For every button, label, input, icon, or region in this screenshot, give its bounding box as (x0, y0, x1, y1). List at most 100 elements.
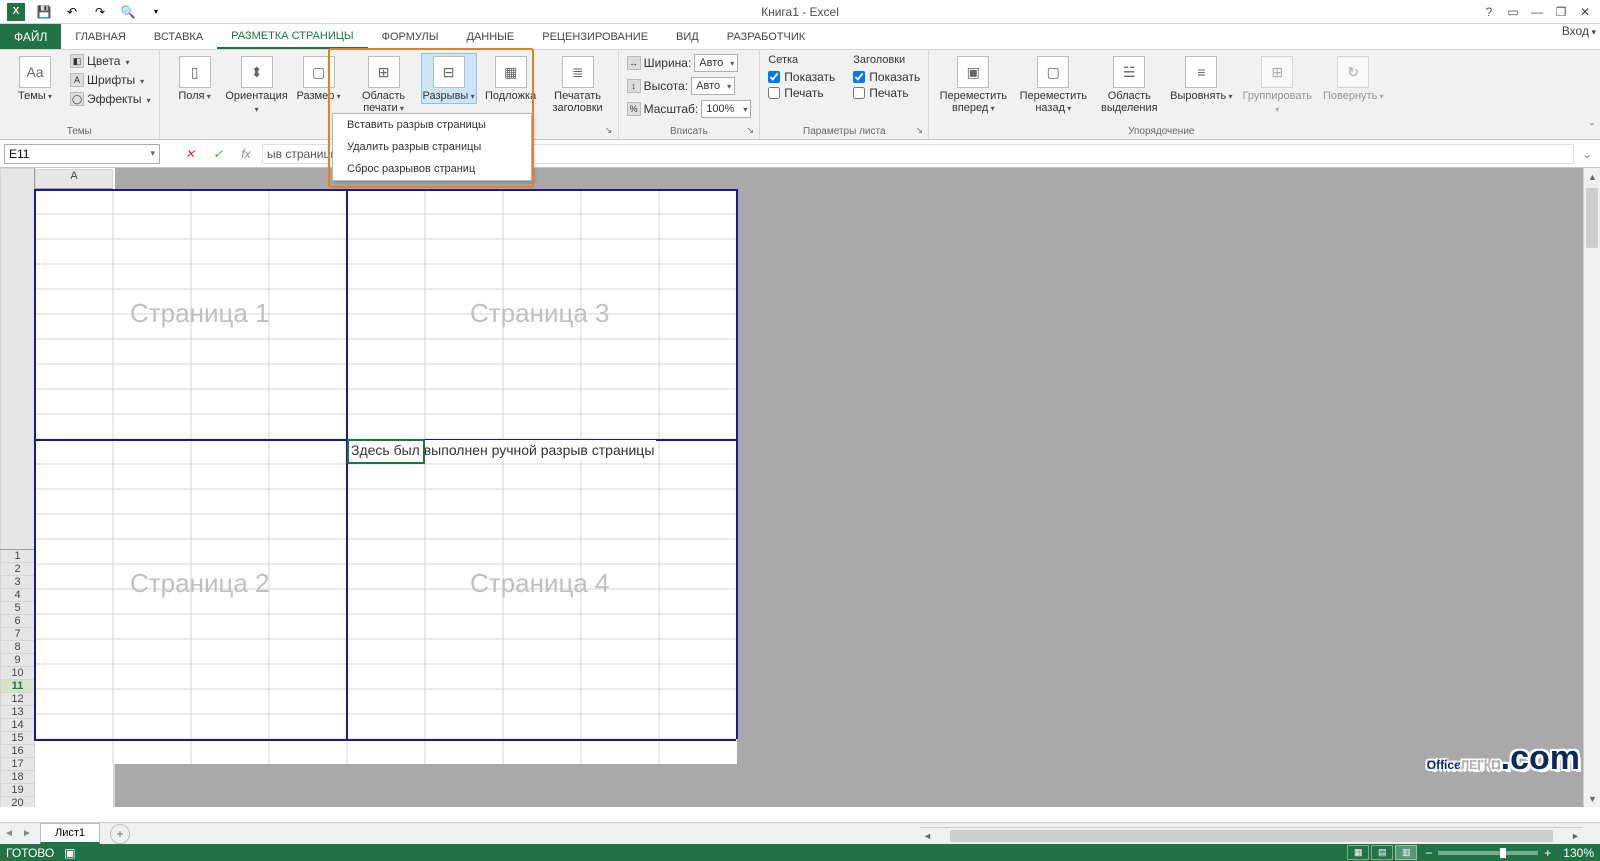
tab-view[interactable]: ВИД (662, 24, 713, 49)
selection-pane-button[interactable]: ☱Область выделения (1097, 54, 1161, 114)
enter-icon[interactable]: ✓ (206, 144, 230, 164)
gridlines-print-checkbox[interactable]: Печать (768, 86, 835, 100)
ribbon-display-options-icon[interactable]: ▭ (1502, 2, 1524, 22)
row-header[interactable]: 18 (1, 770, 35, 783)
rotate-button[interactable]: ↻Повернуть (1321, 54, 1385, 103)
height-combo[interactable]: Авто (691, 77, 735, 95)
page-layout-view-icon[interactable]: ▤ (1371, 845, 1393, 860)
sheet-tab-1[interactable]: Лист1 (40, 823, 100, 844)
row-header[interactable]: 9 (1, 653, 35, 666)
themes-button[interactable]: Aa Темы (8, 54, 62, 103)
zoom-knob[interactable] (1500, 848, 1506, 858)
tab-formulas[interactable]: ФОРМУЛЫ (368, 24, 453, 49)
size-button[interactable]: ▢Размер (292, 54, 346, 103)
scroll-left-icon[interactable]: ◄ (920, 831, 935, 841)
reset-page-breaks-item[interactable]: Сброс разрывов страниц (333, 158, 531, 180)
worksheet-grid[interactable]: A B C D E F G H I J K L M N O P Q R S 1 (0, 168, 1583, 807)
page-break-preview-icon[interactable]: ▥ (1395, 845, 1417, 860)
name-box[interactable]: E11 (4, 144, 160, 164)
row-header[interactable]: 15 (1, 731, 35, 744)
row-header[interactable]: 8 (1, 640, 35, 653)
scale-spinner[interactable]: 100% (701, 100, 751, 118)
print-titles-button[interactable]: ≣Печатать заголовки (546, 54, 610, 114)
background-button[interactable]: ▦Подложка (484, 54, 538, 102)
sheet-nav-prev-icon[interactable]: ◄ (0, 825, 18, 843)
fx-icon[interactable]: fx (234, 144, 258, 164)
col-header[interactable]: A (35, 169, 113, 189)
tab-data[interactable]: ДАННЫЕ (453, 24, 529, 49)
scroll-right-icon[interactable]: ► (1568, 831, 1583, 841)
help-icon[interactable]: ? (1478, 2, 1500, 22)
row-header[interactable]: 13 (1, 705, 35, 718)
row-header[interactable]: 14 (1, 718, 35, 731)
cancel-icon[interactable]: ✕ (178, 144, 202, 164)
scroll-thumb[interactable] (1586, 188, 1598, 248)
zoom-slider[interactable] (1438, 851, 1538, 855)
undo-icon[interactable]: ↶ (60, 2, 84, 22)
print-area-button[interactable]: ⊞Область печати (354, 54, 414, 115)
sheet-nav-next-icon[interactable]: ► (18, 825, 36, 843)
scale-launcher-icon[interactable]: ↘ (743, 123, 757, 137)
headings-view-checkbox[interactable]: Показать (853, 70, 920, 84)
row-header[interactable]: 7 (1, 627, 35, 640)
tab-home[interactable]: ГЛАВНАЯ (61, 24, 139, 49)
sheet-options-launcher-icon[interactable]: ↘ (912, 123, 926, 137)
zoom-level[interactable]: 130% (1563, 846, 1594, 860)
minimize-icon[interactable]: — (1526, 2, 1548, 22)
row-header[interactable]: 1 (1, 549, 35, 562)
send-backward-button[interactable]: ▢Переместить назад (1017, 54, 1089, 115)
tab-page-layout[interactable]: РАЗМЕТКА СТРАНИЦЫ (217, 24, 367, 49)
row-header[interactable]: 3 (1, 575, 35, 588)
page-setup-launcher-icon[interactable]: ↘ (602, 123, 616, 137)
breaks-button[interactable]: ⊟Разрывы (422, 54, 476, 103)
expand-formula-bar-icon[interactable]: ⌄ (1578, 147, 1596, 161)
group-obj-button[interactable]: ⊞Группировать (1241, 54, 1313, 116)
tab-file[interactable]: ФАЙЛ (0, 24, 61, 49)
tab-developer[interactable]: РАЗРАБОТЧИК (713, 24, 819, 49)
theme-effects-button[interactable]: ◯Эффекты (70, 92, 151, 106)
row-header[interactable]: 10 (1, 666, 35, 679)
zoom-out-icon[interactable]: − (1425, 846, 1432, 860)
add-sheet-button[interactable]: + (110, 824, 130, 844)
restore-icon[interactable]: ❐ (1550, 2, 1572, 22)
vertical-scrollbar[interactable]: ▲ ▼ (1583, 168, 1600, 807)
orientation-button[interactable]: ⬍Ориентация (230, 54, 284, 116)
row-header[interactable]: 16 (1, 744, 35, 757)
collapse-ribbon-icon[interactable]: ˇ (1590, 121, 1594, 135)
tab-review[interactable]: РЕЦЕНЗИРОВАНИЕ (528, 24, 662, 49)
close-icon[interactable]: ✕ (1574, 2, 1596, 22)
redo-icon[interactable]: ↷ (88, 2, 112, 22)
save-icon[interactable]: 💾 (32, 2, 56, 22)
row-header[interactable]: 12 (1, 692, 35, 705)
qat-customize-icon[interactable]: ▾ (144, 2, 168, 22)
signin-link[interactable]: Вход (1562, 24, 1596, 38)
tab-insert[interactable]: ВСТАВКА (140, 24, 217, 49)
bring-forward-button[interactable]: ▣Переместить вперед (937, 54, 1009, 115)
insert-page-break-item[interactable]: Вставить разрыв страницы (333, 114, 531, 136)
gridlines-view-checkbox[interactable]: Показать (768, 70, 835, 84)
row-header[interactable]: 5 (1, 601, 35, 614)
row-header[interactable]: 19 (1, 783, 35, 796)
row-header[interactable]: 4 (1, 588, 35, 601)
scroll-up-icon[interactable]: ▲ (1585, 169, 1600, 184)
row-header[interactable]: 11 (1, 679, 35, 692)
align-button[interactable]: ≡Выровнять (1169, 54, 1233, 103)
horizontal-scrollbar[interactable]: ◄ ► (920, 827, 1583, 844)
select-all-corner[interactable] (1, 169, 35, 550)
headings-print-checkbox[interactable]: Печать (853, 86, 920, 100)
row-header[interactable]: 6 (1, 614, 35, 627)
row-header[interactable]: 17 (1, 757, 35, 770)
theme-fonts-button[interactable]: AШрифты (70, 73, 151, 87)
theme-colors-button[interactable]: ◧Цвета (70, 54, 151, 68)
hscroll-thumb[interactable] (950, 830, 1553, 842)
normal-view-icon[interactable]: ▦ (1347, 845, 1369, 860)
zoom-in-icon[interactable]: + (1544, 846, 1551, 860)
scroll-down-icon[interactable]: ▼ (1585, 791, 1600, 806)
margins-button[interactable]: ▯Поля (168, 54, 222, 103)
width-combo[interactable]: Авто (694, 54, 738, 72)
row-header[interactable]: 2 (1, 562, 35, 575)
macro-record-icon[interactable]: ▣ (64, 846, 75, 860)
row-header[interactable]: 20 (1, 796, 35, 807)
remove-page-break-item[interactable]: Удалить разрыв страницы (333, 136, 531, 158)
print-preview-icon[interactable]: 🔍 (116, 2, 140, 22)
